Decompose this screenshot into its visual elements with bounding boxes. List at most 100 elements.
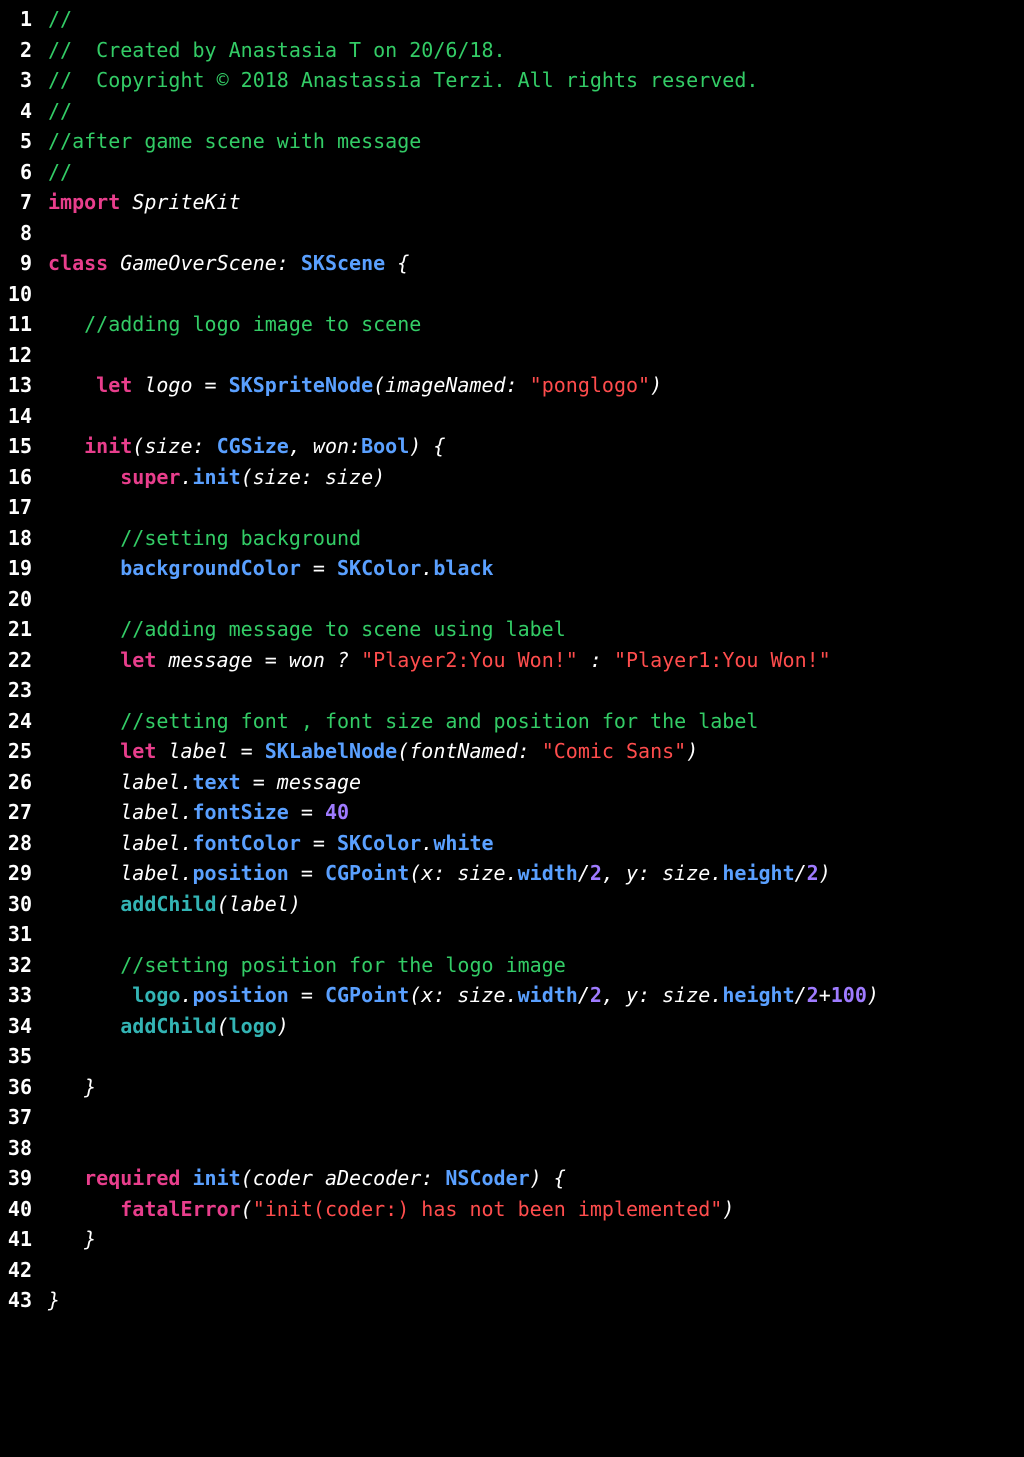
line-number: 19 [0, 553, 32, 584]
code-line[interactable] [48, 279, 1024, 310]
code-token [48, 465, 120, 489]
code-token [48, 892, 120, 916]
code-line[interactable]: backgroundColor = SKColor.black [48, 553, 1024, 584]
code-token: SKColor [337, 831, 421, 855]
code-token: = [289, 800, 325, 824]
code-line[interactable]: //adding message to scene using label [48, 614, 1024, 645]
code-line[interactable]: addChild(label) [48, 889, 1024, 920]
code-token: fontSize [193, 800, 289, 824]
code-token: / [578, 983, 590, 1007]
code-token: label. [48, 800, 193, 824]
code-line[interactable]: //setting position for the logo image [48, 950, 1024, 981]
code-token: let [120, 648, 156, 672]
code-token [48, 953, 120, 977]
code-line[interactable]: fatalError("init(coder:) has not been im… [48, 1194, 1024, 1225]
code-line[interactable] [48, 919, 1024, 950]
code-line[interactable]: let logo = SKSpriteNode(imageNamed: "pon… [48, 370, 1024, 401]
line-number: 30 [0, 889, 32, 920]
line-number: 35 [0, 1041, 32, 1072]
code-line[interactable]: let message = won ? "Player2:You Won!" :… [48, 645, 1024, 676]
code-line[interactable]: label.fontSize = 40 [48, 797, 1024, 828]
line-number: 43 [0, 1285, 32, 1316]
code-line[interactable]: import SpriteKit [48, 187, 1024, 218]
code-line[interactable]: logo.position = CGPoint(x: size.width/2,… [48, 980, 1024, 1011]
code-token: message = won ? [156, 648, 361, 672]
code-token: // [48, 7, 72, 31]
code-token: . [180, 983, 192, 1007]
code-token: . [421, 556, 433, 580]
code-line[interactable]: //after game scene with message [48, 126, 1024, 157]
code-token: . [421, 831, 433, 855]
code-token: height [722, 861, 794, 885]
line-number: 31 [0, 919, 32, 950]
code-token: //adding logo image to scene [84, 312, 421, 336]
code-line[interactable]: } [48, 1072, 1024, 1103]
code-line[interactable]: let label = SKLabelNode(fontNamed: "Comi… [48, 736, 1024, 767]
code-line[interactable]: //setting font , font size and position … [48, 706, 1024, 737]
code-token: CGPoint [325, 861, 409, 885]
code-line[interactable] [48, 340, 1024, 371]
code-token: class [48, 251, 108, 275]
code-line[interactable]: class GameOverScene: SKScene { [48, 248, 1024, 279]
code-line[interactable] [48, 492, 1024, 523]
code-token: let [120, 739, 156, 763]
code-line[interactable]: // [48, 96, 1024, 127]
code-token: white [433, 831, 493, 855]
line-number: 21 [0, 614, 32, 645]
code-line[interactable]: // Copyright © 2018 Anastassia Terzi. Al… [48, 65, 1024, 96]
code-line[interactable] [48, 1255, 1024, 1286]
code-line[interactable]: label.fontColor = SKColor.white [48, 828, 1024, 859]
code-line[interactable]: init(size: CGSize, won:Bool) { [48, 431, 1024, 462]
code-token: = [289, 983, 325, 1007]
code-token: label = [156, 739, 264, 763]
code-line[interactable]: // [48, 157, 1024, 188]
code-line[interactable]: required init(coder aDecoder: NSCoder) { [48, 1163, 1024, 1194]
code-token: / [795, 861, 807, 885]
code-token: label. [48, 831, 193, 855]
code-token: addChild [120, 892, 216, 916]
code-line[interactable]: } [48, 1224, 1024, 1255]
code-token: 40 [325, 800, 349, 824]
line-number: 16 [0, 462, 32, 493]
code-token: ) [686, 739, 698, 763]
code-token: let [96, 373, 132, 397]
code-line[interactable]: super.init(size: size) [48, 462, 1024, 493]
code-line[interactable]: //adding logo image to scene [48, 309, 1024, 340]
code-line[interactable] [48, 401, 1024, 432]
code-line[interactable] [48, 1041, 1024, 1072]
code-line[interactable]: // [48, 4, 1024, 35]
line-number: 33 [0, 980, 32, 1011]
code-line[interactable]: // Created by Anastasia T on 20/6/18. [48, 35, 1024, 66]
code-token: width [518, 983, 578, 1007]
line-number: 24 [0, 706, 32, 737]
line-number: 36 [0, 1072, 32, 1103]
code-line[interactable]: label.position = CGPoint(x: size.width/2… [48, 858, 1024, 889]
code-token: , y: size. [602, 861, 722, 885]
line-number: 15 [0, 431, 32, 462]
code-line[interactable]: //setting background [48, 523, 1024, 554]
code-line[interactable] [48, 675, 1024, 706]
code-token: ) { [409, 434, 445, 458]
code-token: 2 [590, 983, 602, 1007]
code-token: //after game scene with message [48, 129, 421, 153]
code-token: ) { [530, 1166, 566, 1190]
code-area[interactable]: //// Created by Anastasia T on 20/6/18./… [48, 4, 1024, 1316]
code-token: Bool [361, 434, 409, 458]
code-line[interactable]: } [48, 1285, 1024, 1316]
code-token: (fontNamed: [397, 739, 542, 763]
code-token: (label) [217, 892, 301, 916]
code-line[interactable] [48, 1133, 1024, 1164]
code-line[interactable]: label.text = message [48, 767, 1024, 798]
code-line[interactable]: addChild(logo) [48, 1011, 1024, 1042]
line-number: 39 [0, 1163, 32, 1194]
code-token: SKSpriteNode [229, 373, 374, 397]
code-token: (size: size) [241, 465, 386, 489]
code-token [48, 556, 120, 580]
code-line[interactable] [48, 584, 1024, 615]
code-line[interactable] [48, 1102, 1024, 1133]
code-line[interactable] [48, 218, 1024, 249]
code-token: ( [217, 1014, 229, 1038]
line-number: 38 [0, 1133, 32, 1164]
code-token: init [193, 465, 241, 489]
code-token: "Comic Sans" [542, 739, 687, 763]
